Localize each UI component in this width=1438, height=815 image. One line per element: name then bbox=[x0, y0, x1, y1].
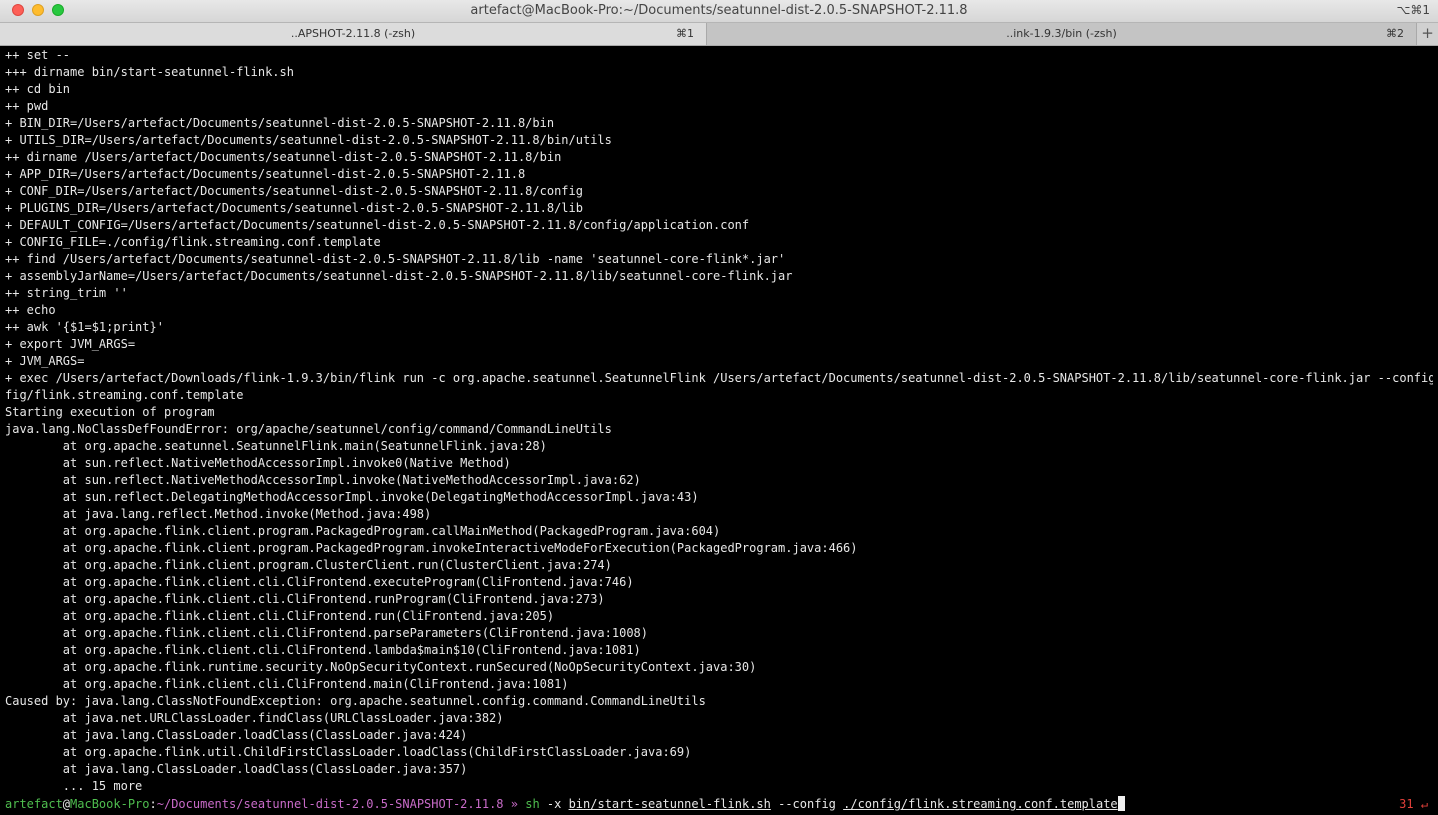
prompt-separator: : bbox=[149, 797, 157, 811]
output-line: ++ find /Users/artefact/Documents/seatun… bbox=[5, 252, 786, 266]
command-script: bin/start-seatunnel-flink.sh bbox=[568, 797, 771, 811]
output-line: + DEFAULT_CONFIG=/Users/artefact/Documen… bbox=[5, 218, 750, 232]
output-line: + JVM_ARGS= bbox=[5, 354, 85, 368]
output-line: at org.apache.flink.client.cli.CliFronte… bbox=[5, 592, 605, 606]
output-line: java.lang.NoClassDefFoundError: org/apac… bbox=[5, 422, 612, 436]
output-line: ++ string_trim '' bbox=[5, 286, 128, 300]
output-line: at java.lang.ClassLoader.loadClass(Class… bbox=[5, 728, 468, 742]
tab-1-shortcut: ⌘1 bbox=[676, 27, 694, 40]
output-line: + export JVM_ARGS= bbox=[5, 337, 136, 351]
output-line: + PLUGINS_DIR=/Users/artefact/Documents/… bbox=[5, 201, 583, 215]
command-prompt[interactable]: artefact@MacBook-Pro:~/Documents/seatunn… bbox=[5, 796, 1433, 813]
prompt-at: @ bbox=[62, 797, 71, 811]
output-line: at org.apache.flink.client.cli.CliFronte… bbox=[5, 626, 648, 640]
output-line: at org.apache.flink.client.program.Clust… bbox=[5, 558, 612, 572]
tab-1[interactable]: ..APSHOT-2.11.8 (-zsh) ⌘1 bbox=[0, 23, 707, 45]
output-line: at org.apache.flink.client.program.Packa… bbox=[5, 524, 721, 538]
command-name: sh bbox=[525, 797, 540, 811]
new-tab-button[interactable]: + bbox=[1417, 23, 1438, 45]
output-line: at java.lang.reflect.Method.invoke(Metho… bbox=[5, 507, 432, 521]
command-config: ./config/flink.streaming.conf.template bbox=[843, 797, 1118, 811]
prompt-host: MacBook-Pro bbox=[70, 797, 150, 811]
output-line: at org.apache.flink.util.ChildFirstClass… bbox=[5, 745, 692, 759]
output-line: + UTILS_DIR=/Users/artefact/Documents/se… bbox=[5, 133, 612, 147]
output-line: at sun.reflect.NativeMethodAccessorImpl.… bbox=[5, 456, 511, 470]
output-line: ++ cd bin bbox=[5, 82, 71, 96]
output-line: at sun.reflect.NativeMethodAccessorImpl.… bbox=[5, 473, 641, 487]
output-line: at org.apache.flink.client.cli.CliFronte… bbox=[5, 575, 634, 589]
output-line: + BIN_DIR=/Users/artefact/Documents/seat… bbox=[5, 116, 555, 130]
terminal-output[interactable]: ++ set -- +++ dirname bin/start-seatunnel… bbox=[5, 47, 1433, 795]
output-line: + exec /Users/artefact/Downloads/flink-1… bbox=[5, 371, 1433, 385]
output-line: at org.apache.flink.client.cli.CliFronte… bbox=[5, 609, 555, 623]
output-line: at sun.reflect.DelegatingMethodAccessorI… bbox=[5, 490, 699, 504]
output-line: + assemblyJarName=/Users/artefact/Docume… bbox=[5, 269, 793, 283]
output-line: + APP_DIR=/Users/artefact/Documents/seat… bbox=[5, 167, 526, 181]
tab-2-label: ..ink-1.9.3/bin (-zsh) bbox=[1006, 27, 1117, 40]
output-line: + CONF_DIR=/Users/artefact/Documents/sea… bbox=[5, 184, 583, 198]
output-line: ++ awk '{$1=$1;print}' bbox=[5, 320, 164, 334]
output-line: at java.net.URLClassLoader.findClass(URL… bbox=[5, 711, 504, 725]
tab-2[interactable]: ..ink-1.9.3/bin (-zsh) ⌘2 bbox=[707, 23, 1417, 45]
output-line: ... 15 more bbox=[5, 779, 143, 793]
title-bar[interactable]: artefact@MacBook-Pro:~/Documents/seatunn… bbox=[0, 0, 1438, 23]
output-line: at org.apache.flink.client.program.Packa… bbox=[5, 541, 858, 555]
command-option: --config bbox=[770, 797, 844, 811]
window-shortcut: ⌥⌘1 bbox=[1396, 3, 1430, 17]
exit-status: 31 ↵ bbox=[1399, 797, 1428, 811]
output-line: Starting execution of program bbox=[5, 405, 215, 419]
tab-bar: ..APSHOT-2.11.8 (-zsh) ⌘1 ..ink-1.9.3/bi… bbox=[0, 23, 1438, 46]
output-line: at org.apache.flink.client.cli.CliFronte… bbox=[5, 643, 641, 657]
output-line: ++ dirname /Users/artefact/Documents/sea… bbox=[5, 150, 562, 164]
output-line: ++ set -- bbox=[5, 48, 71, 62]
output-line: Caused by: java.lang.ClassNotFoundExcept… bbox=[5, 694, 706, 708]
prompt-user: artefact bbox=[5, 797, 63, 811]
output-line: ++ pwd bbox=[5, 99, 49, 113]
prompt-path: ~/Documents/seatunnel-dist-2.0.5-SNAPSHO… bbox=[156, 797, 504, 811]
output-line: at org.apache.flink.client.cli.CliFronte… bbox=[5, 677, 569, 691]
output-line: fig/flink.streaming.conf.template bbox=[5, 388, 244, 402]
output-line: at org.apache.seatunnel.SeatunnelFlink.m… bbox=[5, 439, 547, 453]
output-line: ++ echo bbox=[5, 303, 56, 317]
command-flag: -x bbox=[539, 797, 569, 811]
tab-1-label: ..APSHOT-2.11.8 (-zsh) bbox=[290, 27, 416, 40]
text-cursor bbox=[1117, 796, 1125, 811]
tab-2-shortcut: ⌘2 bbox=[1386, 27, 1404, 40]
output-line: + CONFIG_FILE=./config/flink.streaming.c… bbox=[5, 235, 381, 249]
window-title: artefact@MacBook-Pro:~/Documents/seatunn… bbox=[470, 3, 968, 18]
prompt-arrow: » bbox=[503, 797, 526, 811]
output-line: at java.lang.ClassLoader.loadClass(Class… bbox=[5, 762, 468, 776]
terminal-window: artefact@MacBook-Pro:~/Documents/seatunn… bbox=[0, 0, 1438, 815]
output-line: at org.apache.flink.runtime.security.NoO… bbox=[5, 660, 757, 674]
output-line: +++ dirname bin/start-seatunnel-flink.sh bbox=[5, 65, 294, 79]
